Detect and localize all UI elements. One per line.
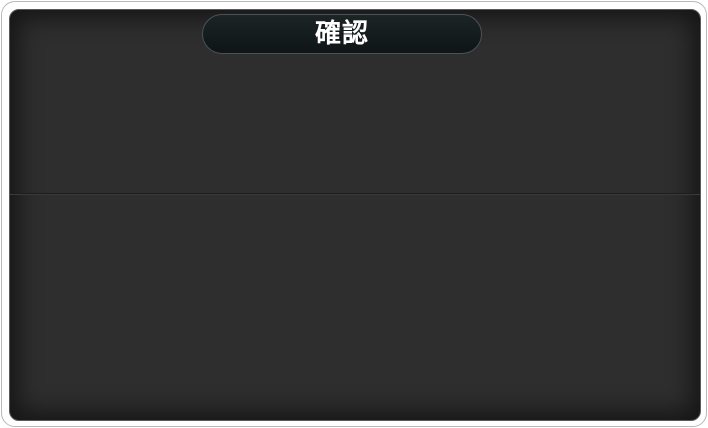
dialog-title: 確認 [314, 19, 369, 49]
dialog-title-bar: 確認 [202, 14, 482, 54]
confirm-dialog: 確認 [1, 1, 707, 427]
dialog-divider [10, 193, 700, 194]
dialog-body [9, 9, 701, 421]
